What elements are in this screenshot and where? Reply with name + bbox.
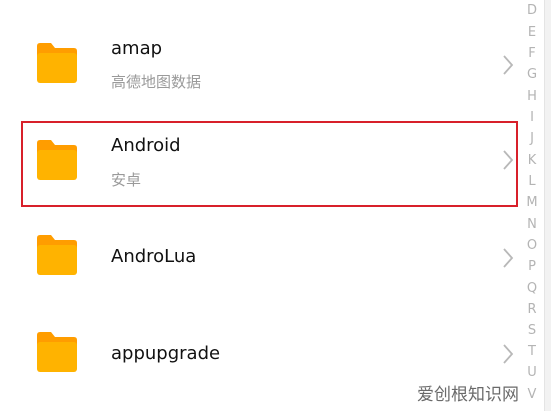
index-letter[interactable]: N: [524, 217, 540, 233]
index-letter[interactable]: L: [524, 174, 540, 190]
chevron-right-icon: [502, 54, 514, 76]
folder-icon: [34, 139, 80, 181]
index-letter[interactable]: V: [524, 387, 540, 403]
folder-row-android[interactable]: Android 安卓: [0, 115, 520, 211]
folder-icon: [34, 234, 80, 276]
chevron-right-icon: [502, 149, 514, 171]
watermark-text: 爱创根知识网: [414, 380, 522, 405]
index-letter[interactable]: E: [524, 25, 540, 41]
index-letter[interactable]: U: [524, 365, 540, 381]
index-letter[interactable]: F: [524, 46, 540, 62]
alphabet-index-bar[interactable]: D E F G H I J K L M N O P Q R S T U V: [524, 0, 540, 411]
folder-icon: [34, 331, 80, 373]
folder-name: appupgrade: [111, 343, 221, 364]
folder-name: Android: [111, 135, 181, 156]
index-letter[interactable]: P: [524, 259, 540, 275]
folder-icon: [34, 42, 80, 84]
folder-description: 安卓: [111, 171, 142, 189]
index-letter[interactable]: R: [524, 302, 540, 318]
index-letter[interactable]: Q: [524, 281, 540, 297]
folder-row-androlua[interactable]: AndroLua: [0, 212, 520, 308]
edge-strip: [545, 0, 551, 411]
index-letter[interactable]: H: [524, 89, 540, 105]
index-letter[interactable]: G: [524, 67, 540, 83]
index-letter[interactable]: D: [524, 3, 540, 19]
folder-row-amap[interactable]: amap 高德地图数据: [0, 0, 520, 110]
index-letter[interactable]: S: [524, 323, 540, 339]
chevron-right-icon: [502, 247, 514, 269]
folder-name: amap: [111, 38, 163, 59]
file-list: amap 高德地图数据 Android 安卓 AndroLua appupgra…: [0, 0, 520, 411]
index-letter[interactable]: M: [524, 195, 540, 211]
chevron-right-icon: [502, 343, 514, 365]
index-letter[interactable]: K: [524, 153, 540, 169]
index-letter[interactable]: O: [524, 238, 540, 254]
folder-name: AndroLua: [111, 246, 197, 267]
folder-description: 高德地图数据: [111, 73, 202, 91]
index-letter[interactable]: T: [524, 344, 540, 360]
index-letter[interactable]: I: [524, 110, 540, 126]
index-letter[interactable]: J: [524, 131, 540, 147]
